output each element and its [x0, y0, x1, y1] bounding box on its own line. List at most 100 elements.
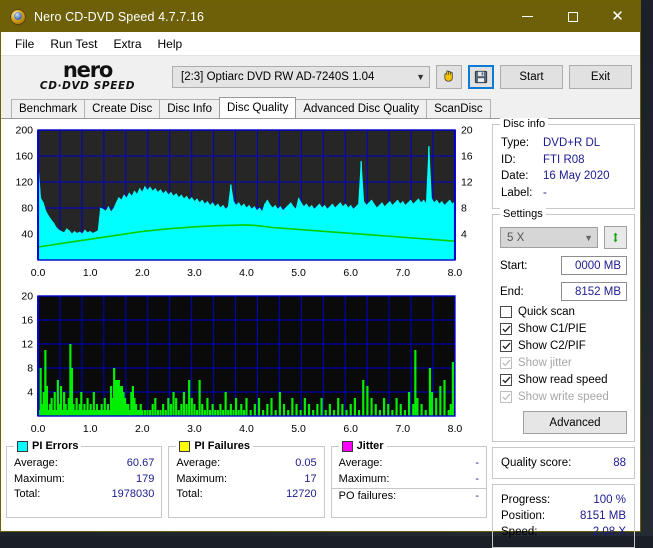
svg-text:80: 80 — [21, 203, 33, 215]
speed-label: Speed: — [501, 524, 537, 540]
pi-errors-maximum-value: 179 — [136, 472, 154, 488]
maximize-icon[interactable] — [550, 1, 595, 32]
svg-text:5.0: 5.0 — [291, 267, 306, 279]
drive-select[interactable]: [2:3] Optiarc DVD RW AD-7240S 1.04 ▼ — [172, 66, 430, 88]
progress-row: Progress:100 % — [501, 492, 626, 508]
pi-errors-legend: PI Errors — [14, 440, 81, 452]
quality-score-panel: Quality score: 88 — [492, 447, 635, 479]
position-value: 8151 MB — [580, 508, 626, 524]
stat-row: Total: 1978030 — [14, 487, 154, 503]
svg-text:7.0: 7.0 — [396, 267, 411, 279]
pi-failures-stats: PI Failures Average:0.05 Maximum:17 Tota… — [168, 446, 324, 518]
stat-row: PO failures:- — [332, 488, 486, 505]
checkbox-label: Show C1/PIE — [518, 323, 586, 335]
svg-text:6.0: 6.0 — [343, 267, 358, 279]
disc-info-row-id: ID:FTI R08 — [501, 152, 626, 169]
disc-id-value: FTI R08 — [543, 152, 585, 169]
svg-text:12: 12 — [21, 339, 33, 351]
refresh-recycle-icon[interactable] — [604, 226, 627, 249]
drive-select-value: [2:3] Optiarc DVD RW AD-7240S 1.04 — [181, 71, 374, 83]
checkbox-label: Show jitter — [518, 357, 572, 369]
progress-value: 100 % — [593, 492, 626, 508]
exit-button[interactable]: Exit — [569, 65, 632, 89]
pi-failures-chart: 481216200.01.02.03.04.05.06.07.08.0 — [6, 290, 487, 442]
start-input[interactable]: 0000 MB — [561, 256, 627, 275]
checkbox-quick-scan[interactable]: Quick scan — [500, 306, 627, 318]
settings-title: Settings — [500, 208, 546, 220]
pi-errors-stats: PI Errors Average:60.67 Maximum:179 Tota… — [6, 446, 162, 518]
speed-row-stat: Speed: 2.08 X — [501, 524, 626, 540]
po-failures-value: - — [475, 489, 479, 505]
pi-errors-maximum-label: Maximum: — [14, 472, 65, 488]
svg-text:160: 160 — [16, 151, 34, 163]
svg-text:8.0: 8.0 — [448, 423, 463, 435]
progress-panel: Progress:100 % Position: 8151 MB Speed: 2.… — [492, 484, 635, 548]
pi-failures-total-value: 12720 — [286, 487, 317, 503]
disc-date-value: 16 May 2020 — [543, 168, 610, 185]
settings-panel: Settings 5 X ▼ Start: 0000 — [492, 214, 635, 442]
tab-scandisc[interactable]: ScanDisc — [426, 99, 491, 118]
tab-create-disc[interactable]: Create Disc — [84, 99, 160, 118]
speed-value: 2.08 X — [593, 524, 626, 540]
close-icon[interactable]: ✕ — [595, 1, 640, 32]
svg-text:12: 12 — [461, 177, 473, 189]
speed-select-value: 5 X — [507, 232, 524, 244]
checkbox-label: Show write speed — [518, 391, 609, 403]
pi-failures-maximum-value: 17 — [304, 472, 316, 488]
chevron-down-icon: ▼ — [410, 72, 425, 82]
advanced-button[interactable]: Advanced — [523, 411, 627, 434]
disc-type-value: DVD+R DL — [543, 135, 600, 152]
position-label: Position: — [501, 508, 545, 524]
end-label: End: — [500, 286, 542, 298]
minimize-icon[interactable] — [505, 1, 550, 32]
disc-info-row-type: Type:DVD+R DL — [501, 135, 626, 152]
jitter-average-label: Average: — [339, 456, 383, 472]
svg-text:4.0: 4.0 — [239, 423, 254, 435]
pi-failures-maximum-label: Maximum: — [176, 472, 227, 488]
jitter-legend: Jitter — [339, 440, 387, 452]
end-input[interactable]: 8152 MB — [561, 282, 627, 301]
disc-id-label: ID: — [501, 152, 543, 169]
eject-hand-icon[interactable] — [436, 65, 462, 89]
window-title: Nero CD-DVD Speed 4.7.7.16 — [34, 10, 204, 24]
tab-advanced-disc-quality[interactable]: Advanced Disc Quality — [295, 99, 427, 118]
svg-text:0.0: 0.0 — [31, 267, 46, 279]
checkbox-box — [500, 374, 512, 386]
checkbox-box — [500, 323, 512, 335]
tab-benchmark[interactable]: Benchmark — [11, 99, 85, 118]
svg-text:40: 40 — [21, 229, 33, 241]
nero-disc-icon — [10, 9, 26, 25]
disc-info-row-label: Label:- — [501, 185, 626, 202]
svg-text:0.0: 0.0 — [31, 423, 46, 435]
stat-row: Average:- — [339, 456, 479, 472]
menu-extra[interactable]: Extra — [105, 35, 149, 53]
pi-errors-total-value: 1978030 — [112, 487, 155, 503]
svg-text:8: 8 — [461, 203, 467, 215]
menu-run-test[interactable]: Run Test — [42, 35, 105, 53]
title-bar: Nero CD-DVD Speed 4.7.7.16 ✕ — [1, 1, 640, 32]
svg-text:8: 8 — [27, 363, 33, 375]
floppy-save-icon[interactable] — [468, 65, 494, 89]
tab-bar: Benchmark Create Disc Disc Info Disc Qua… — [1, 97, 640, 118]
svg-text:16: 16 — [21, 315, 33, 327]
jitter-title: Jitter — [357, 440, 384, 452]
checkbox-label: Quick scan — [518, 306, 575, 318]
menu-file[interactable]: File — [7, 35, 42, 53]
toolbar: nero CD·DVD SPEED [2:3] Optiarc DVD RW A… — [1, 56, 640, 97]
end-field-row: End: 8152 MB — [500, 282, 627, 301]
tab-disc-info[interactable]: Disc Info — [159, 99, 220, 118]
checkbox-show-c1-pie[interactable]: Show C1/PIE — [500, 323, 627, 335]
disc-quality-panel: 4080120160200481216200.01.02.03.04.05.06… — [1, 118, 640, 531]
checkbox-box — [500, 391, 512, 403]
pi-failures-title: PI Failures — [194, 440, 250, 452]
checkbox-show-read-speed[interactable]: Show read speed — [500, 374, 627, 386]
checkbox-show-c2-pif[interactable]: Show C2/PIF — [500, 340, 627, 352]
pi-errors-total-label: Total: — [14, 487, 40, 503]
svg-text:20: 20 — [461, 125, 473, 137]
tab-disc-quality[interactable]: Disc Quality — [219, 97, 296, 118]
start-button[interactable]: Start — [500, 65, 563, 89]
menu-help[interactable]: Help — [150, 35, 191, 53]
speed-select[interactable]: 5 X ▼ — [500, 227, 598, 248]
svg-text:1.0: 1.0 — [83, 267, 98, 279]
checkbox-box — [500, 340, 512, 352]
